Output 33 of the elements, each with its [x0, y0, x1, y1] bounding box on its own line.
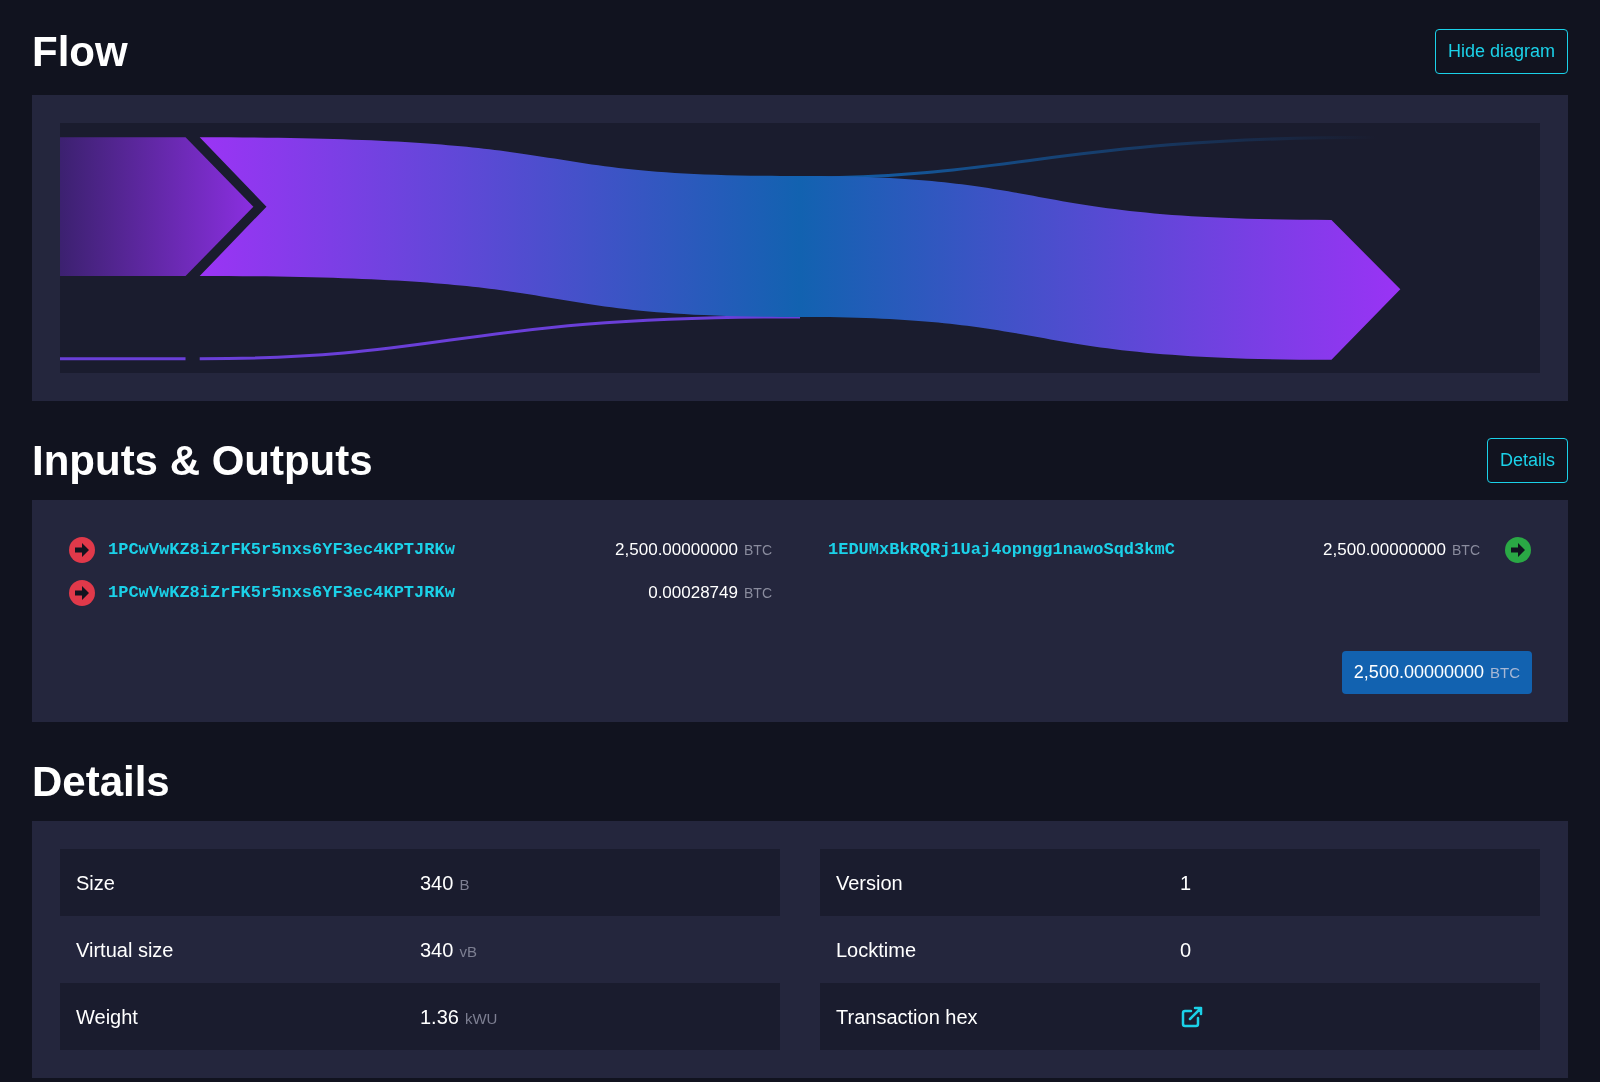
arrow-right-icon — [1504, 536, 1532, 564]
details-button[interactable]: Details — [1486, 438, 1568, 483]
section-title: Details — [32, 757, 171, 807]
detail-unit: vB — [459, 941, 477, 962]
detail-label: Version — [836, 870, 904, 896]
detail-value: 1 — [1180, 870, 1192, 896]
detail-value: 1.36 — [420, 1004, 459, 1030]
detail-unit: kWU — [464, 1008, 498, 1029]
amount-value: 2,500.00000000 — [1323, 539, 1446, 562]
total-amount-badge: 2,500.00000000 BTC — [1341, 651, 1532, 694]
address-link[interactable]: 1PCwVwKZ8iZrFK5r5nxs6YF3ec4KPTJRKw — [108, 537, 455, 563]
amount-value: 2,500.00000000 — [615, 539, 738, 562]
section-title: Flow — [32, 27, 128, 77]
amount-unit: BTC — [744, 584, 772, 604]
external-link-icon[interactable] — [1180, 1004, 1204, 1029]
detail-label: Weight — [76, 1004, 139, 1030]
section-title: Inputs & Outputs — [32, 436, 373, 486]
arrow-right-icon — [68, 579, 96, 607]
detail-unit: B — [459, 874, 470, 895]
detail-value: 340 — [420, 937, 454, 963]
detail-value: 0 — [1180, 937, 1192, 963]
hide-diagram-button[interactable]: Hide diagram — [1434, 29, 1568, 74]
address-link[interactable]: 1PCwVwKZ8iZrFK5r5nxs6YF3ec4KPTJRKw — [108, 580, 455, 606]
amount-unit: BTC — [1452, 541, 1480, 561]
address-link[interactable]: 1EDUMxBkRQRj1Uaj4opngg1nawoSqd3kmC — [828, 537, 1175, 563]
arrow-right-icon — [68, 536, 96, 564]
detail-label: Transaction hex — [836, 1004, 979, 1030]
detail-label: Virtual size — [76, 937, 175, 963]
detail-label: Locktime — [836, 937, 918, 963]
amount-unit: BTC — [744, 541, 772, 561]
amount-value: 0.00028749 — [648, 582, 738, 605]
detail-value: 340 — [420, 870, 454, 896]
detail-label: Size — [76, 870, 116, 896]
